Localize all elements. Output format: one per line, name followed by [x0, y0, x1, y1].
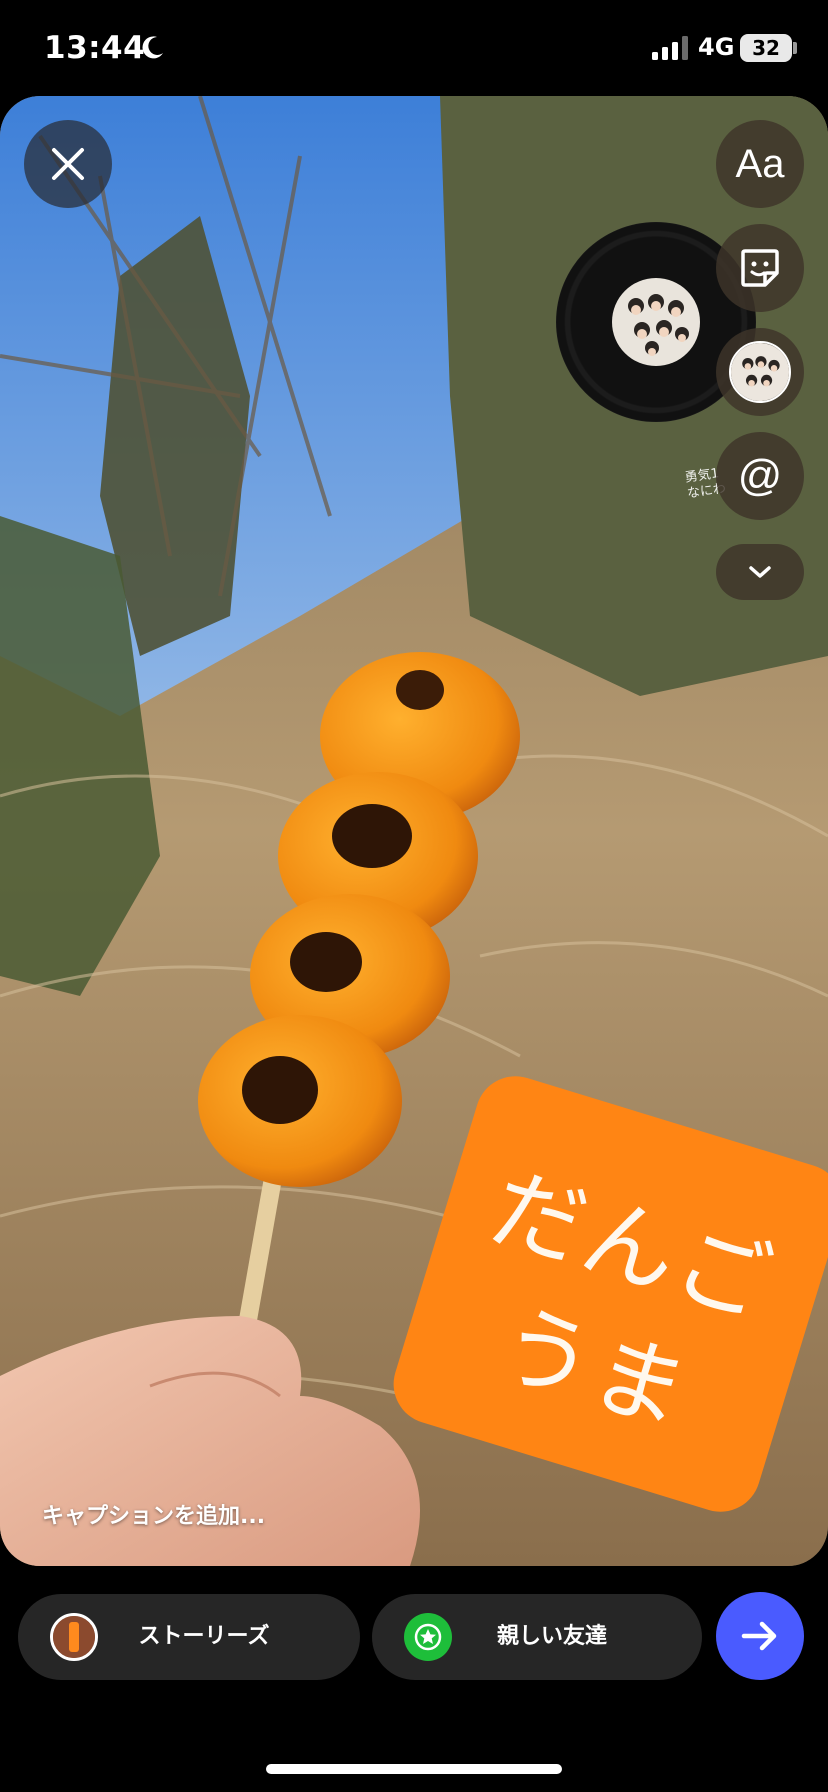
network-type: 4G — [698, 33, 735, 61]
stories-label: ストーリーズ — [138, 1624, 270, 1649]
send-button[interactable] — [716, 1592, 804, 1680]
chevron-down-icon — [749, 566, 771, 578]
sticker-tool-button[interactable] — [716, 224, 804, 312]
signal-icon — [652, 36, 688, 60]
text-tool-label: Aa — [735, 141, 785, 186]
sticker-icon — [741, 249, 779, 287]
more-tools-button[interactable] — [716, 544, 804, 600]
home-indicator[interactable] — [266, 1764, 562, 1774]
battery-tip — [793, 42, 797, 54]
battery-indicator: 32 — [740, 34, 792, 62]
close-icon — [52, 148, 84, 180]
share-to-close-friends-button[interactable]: 親しい友達 — [372, 1594, 702, 1680]
mention-tool-label: @ — [737, 451, 783, 500]
arrow-right-icon — [741, 1621, 777, 1651]
status-time: 13:44 — [44, 30, 146, 66]
music-icon — [729, 341, 791, 403]
mention-tool-button[interactable]: @ — [716, 432, 804, 520]
share-to-stories-button[interactable]: ストーリーズ — [18, 1594, 360, 1680]
moon-icon — [142, 36, 163, 59]
status-bar: 13:44 4G 32 — [0, 0, 828, 96]
music-tool-button[interactable] — [716, 328, 804, 416]
caption-input[interactable]: キャプションを追加... — [42, 1498, 265, 1530]
text-tool-button[interactable]: Aa — [716, 120, 804, 208]
album-art — [612, 278, 700, 366]
close-button[interactable] — [24, 120, 112, 208]
story-canvas[interactable]: だんご うま 勇気1 なにわ キャプションを追加... — [0, 96, 828, 1566]
close-friends-label: 親しい友達 — [496, 1624, 607, 1649]
